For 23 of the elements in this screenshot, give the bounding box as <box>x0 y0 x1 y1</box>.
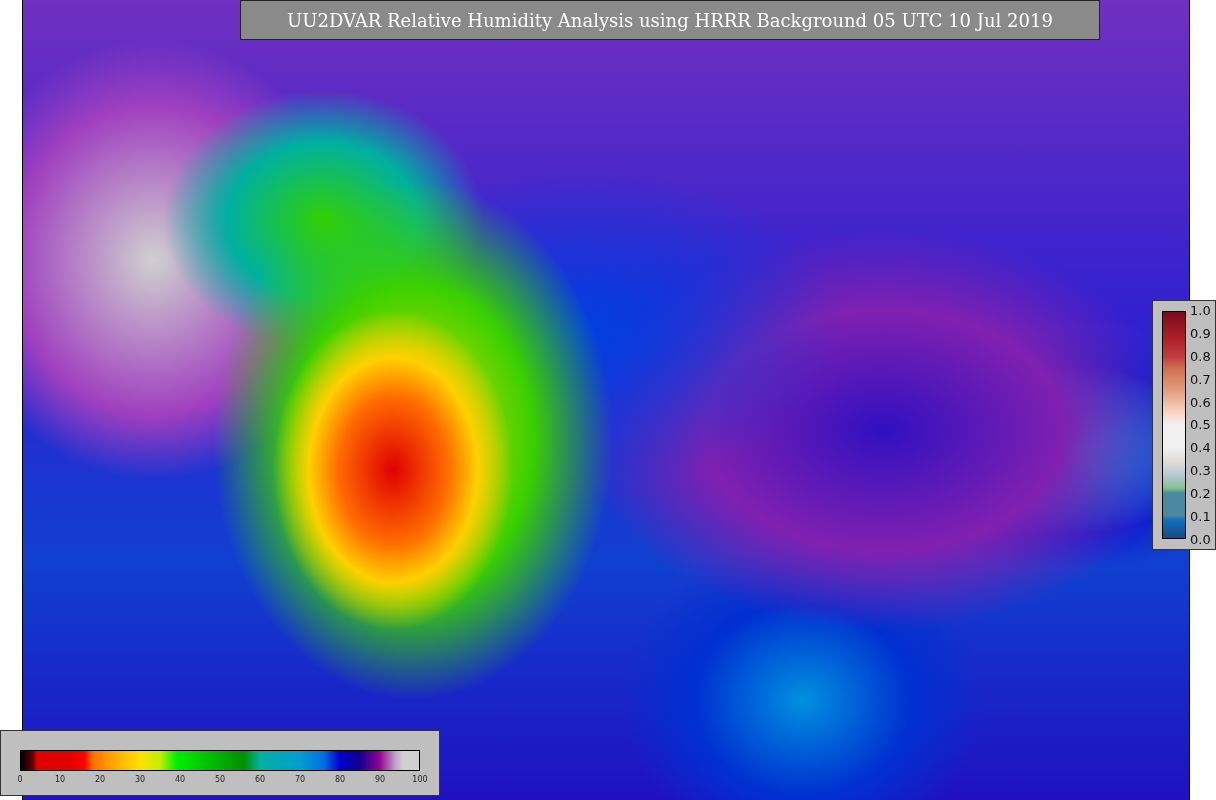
tick-label: 0.9 <box>1190 325 1211 341</box>
tick-label: 1.0 <box>1190 303 1211 318</box>
tick-label: 100 <box>412 775 428 784</box>
tick-label: 0 <box>16 775 24 784</box>
tick-label: 0.1 <box>1190 509 1211 524</box>
tick-label: 50 <box>213 775 227 784</box>
tick-label: 0.4 <box>1190 440 1211 456</box>
tick-label: 80 <box>333 775 347 784</box>
tick-label: 90 <box>373 775 387 784</box>
tick-label: 10 <box>53 775 67 784</box>
tick-label: 0.2 <box>1190 486 1211 502</box>
tick-label: 0.6 <box>1190 394 1211 410</box>
tick-label: 0.0 <box>1190 531 1211 547</box>
tick-label: 0.3 <box>1190 463 1211 479</box>
tick-label: 20 <box>93 775 107 784</box>
tick-label: 30 <box>133 775 147 784</box>
tick-label: 0.5 <box>1190 417 1211 433</box>
tick-label: 0.7 <box>1190 371 1211 387</box>
chart-title: UU2DVAR Relative Humidity Analysis using HRRR Background 05 UTC 10 Jul 2019 <box>240 0 1100 40</box>
tick-label: 70 <box>293 775 307 784</box>
tick-label: 40 <box>173 775 187 784</box>
tick-label: 60 <box>253 775 267 784</box>
tick-label: 0.8 <box>1190 348 1211 364</box>
